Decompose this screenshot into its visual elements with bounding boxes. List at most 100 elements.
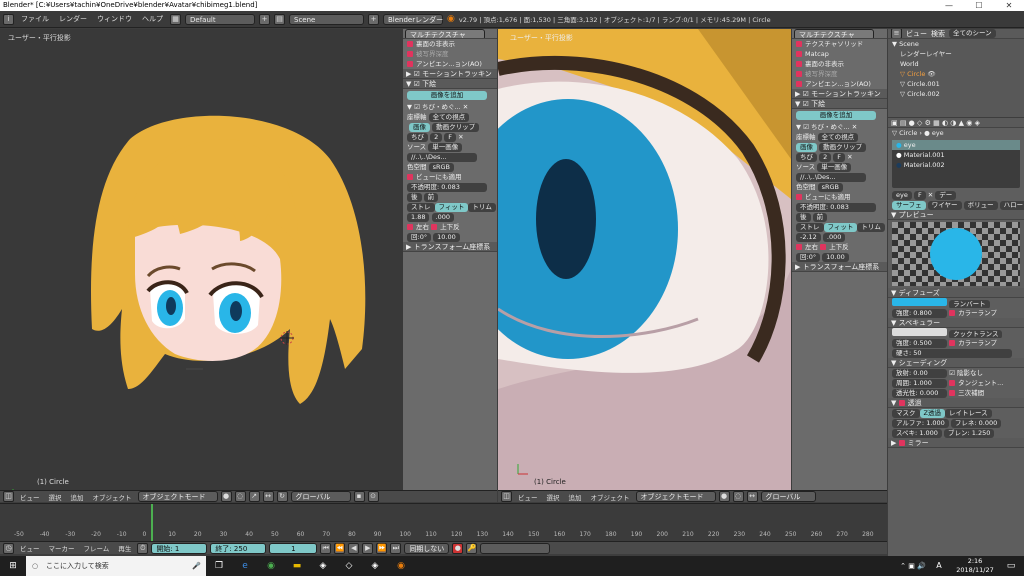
rotate-icon[interactable]: ↻ xyxy=(276,491,288,502)
play-reverse-icon[interactable]: ◀ xyxy=(348,542,360,554)
outliner-filter[interactable]: 全てのシーン xyxy=(949,29,996,38)
prev-key-icon[interactable]: ⏪ xyxy=(334,542,346,554)
dof-row[interactable]: 被写界深度 xyxy=(403,49,497,59)
menu-help[interactable]: ヘルプ xyxy=(139,14,166,24)
material-slot-001[interactable]: ● Material.001 xyxy=(892,150,1020,160)
fit-button[interactable]: フィット xyxy=(434,203,469,212)
preview-header[interactable]: ▼ プレビュー xyxy=(888,210,1024,220)
scene-selector[interactable]: Scene xyxy=(289,13,364,25)
play-icon[interactable]: ▶ xyxy=(362,542,374,554)
tab-wire[interactable]: ワイヤー xyxy=(927,201,962,210)
rotation-field[interactable]: 回:0° xyxy=(796,253,821,262)
outliner-item-renderlayer[interactable]: レンダーレイヤー xyxy=(888,49,1024,59)
mode-selector[interactable]: オブジェクトモード xyxy=(635,491,716,502)
vp-menu-view[interactable]: ビュー xyxy=(17,492,43,502)
start-frame-field[interactable]: 開始: 1 xyxy=(151,542,208,554)
size-field[interactable]: 10.00 xyxy=(822,253,849,262)
hardness-row[interactable]: 硬さ: 50 xyxy=(888,348,1024,358)
editor-type-icon[interactable]: ◫ xyxy=(3,491,14,502)
axis-selector[interactable]: 全ての視点 xyxy=(428,113,470,122)
diffuse-intensity-field[interactable]: 強度: 0.800 xyxy=(892,309,947,318)
tab-volume[interactable]: ボリュー xyxy=(963,201,998,210)
ao-row[interactable]: アンビエン...ョン(AO) xyxy=(792,79,887,89)
front-button[interactable]: 前 xyxy=(423,193,439,202)
pivot-icon[interactable]: ◌ xyxy=(732,491,744,502)
view-transform-row[interactable]: ビューにも適用 xyxy=(403,172,497,182)
tab-image[interactable]: 画像 xyxy=(409,123,430,132)
data-button[interactable]: デー xyxy=(935,191,957,200)
image-path-field[interactable]: //..\..\Des... xyxy=(407,153,477,162)
clock[interactable]: 2:16 2018/11/27 xyxy=(952,557,998,575)
translate-icon[interactable]: ↔ xyxy=(262,491,274,502)
shading-selector[interactable]: マルチテクスチャ xyxy=(405,29,485,38)
viewport-right[interactable]: ユーザー・平行投影 (1) Circle xyxy=(498,29,791,490)
steam-icon[interactable]: ◈ xyxy=(310,556,336,576)
viewport-left[interactable]: ユーザー・平行投影 (1) Circle xyxy=(0,29,403,490)
motion-tracking-header[interactable]: ▶ ☑ モーショントラッキン xyxy=(403,69,497,79)
vp-menu-object[interactable]: オブジェクト xyxy=(90,492,135,502)
add-scene-icon[interactable]: + xyxy=(368,13,379,25)
matcap-row[interactable]: Matcap xyxy=(792,49,887,59)
edge-icon[interactable]: e xyxy=(232,556,258,576)
minimize-button[interactable]: — xyxy=(934,0,964,11)
rotation-field[interactable]: 回:0° xyxy=(407,233,432,242)
material-slot-002[interactable]: ● Material.002 xyxy=(892,160,1020,170)
ao-row[interactable]: アンビエン...ョン(AO) xyxy=(403,59,497,69)
tray-icons[interactable]: ⌃ ▣ 🔊 xyxy=(900,556,926,576)
outliner-icon[interactable]: ≡ xyxy=(891,29,902,38)
outliner-item-circle002[interactable]: ▽ Circle.002 xyxy=(888,89,1024,99)
source-selector[interactable]: 単一画像 xyxy=(817,163,852,172)
visibility-icon[interactable]: 👁 xyxy=(927,70,935,78)
shading-icon[interactable]: ● xyxy=(718,491,730,502)
stretch-button[interactable]: ストレ xyxy=(796,223,824,232)
stretch-button[interactable]: ストレ xyxy=(407,203,435,212)
front-button[interactable]: 前 xyxy=(812,213,828,222)
shading-header[interactable]: ▼ シェーディング xyxy=(888,358,1024,368)
back-button[interactable]: 後 xyxy=(407,193,422,202)
mask-button[interactable]: マスク xyxy=(892,409,920,418)
image-datablock-row[interactable]: ちび 2 F ✕ xyxy=(792,152,887,162)
specular-alpha-field[interactable]: スペキ: 1.000 xyxy=(892,429,942,438)
mode-selector[interactable]: オブジェクトモード xyxy=(137,491,218,502)
background-images-header[interactable]: ▼ ☑ 下絵 xyxy=(403,79,497,89)
path-row[interactable]: //..\..\Des... xyxy=(792,172,887,182)
motion-tracking-header[interactable]: ▶ ☑ モーショントラッキン xyxy=(792,89,887,99)
chrome-icon[interactable]: ◉ xyxy=(258,556,284,576)
shading-icon[interactable]: ● xyxy=(220,491,232,502)
crop-button[interactable]: トリム xyxy=(857,223,885,232)
add-image-button[interactable]: 画像を追加 xyxy=(796,111,876,120)
vp-menu-add[interactable]: 追加 xyxy=(566,492,585,502)
back-button[interactable]: 後 xyxy=(796,213,811,222)
tl-menu-playback[interactable]: 再生 xyxy=(115,543,134,553)
scene-icon[interactable]: ▤ xyxy=(274,13,285,25)
fit-button[interactable]: フィット xyxy=(823,223,858,232)
colorspace-selector[interactable]: sRGB xyxy=(817,183,843,192)
layout-icon[interactable]: ▦ xyxy=(170,13,181,25)
tab-movie-clip[interactable]: 動画クリップ xyxy=(819,143,867,152)
ambient-field[interactable]: 周囲: 1.000 xyxy=(892,379,947,388)
blender-taskbar-icon[interactable]: ◉ xyxy=(388,556,414,576)
taskbar-search[interactable]: ○ ここに入力して検索 🎤 xyxy=(26,556,206,576)
tl-menu-marker[interactable]: マーカー xyxy=(46,543,78,553)
opacity-slider[interactable]: 不透明度: 0.083 xyxy=(792,202,887,212)
ime-indicator[interactable]: A xyxy=(926,556,952,576)
backface-culling-row[interactable]: 裏面の非表示 xyxy=(792,59,887,69)
offset-y-field[interactable]: .000 xyxy=(431,213,455,222)
dof-row[interactable]: 被写界深度 xyxy=(792,69,887,79)
tl-menu-frame[interactable]: フレーム xyxy=(81,543,113,553)
orientation-selector[interactable]: グローバル xyxy=(760,491,816,502)
next-key-icon[interactable]: ⏩ xyxy=(376,542,388,554)
transform-orientation-header[interactable]: ▶ トランスフォーム座標系 xyxy=(792,262,887,272)
vp-menu-select[interactable]: 選択 xyxy=(46,492,65,502)
sync-selector[interactable]: 同期しない xyxy=(404,542,450,554)
layout-selector[interactable]: Default xyxy=(185,13,255,25)
crop-button[interactable]: トリム xyxy=(468,203,496,212)
transform-orientation-header[interactable]: ▶ トランスフォーム座標系 xyxy=(403,242,497,252)
ztransp-button[interactable]: Z透過 xyxy=(919,409,945,418)
keying-set-field[interactable] xyxy=(480,542,551,554)
textured-solid-row[interactable]: テクスチャソリッド xyxy=(792,39,887,49)
path-row[interactable]: //..\..\Des... xyxy=(403,152,497,162)
image-entry-row[interactable]: ▼ ☑ ちび・めぐ... ✕ xyxy=(792,122,887,132)
preview-range-icon[interactable]: ⏱ xyxy=(137,542,149,554)
jump-start-icon[interactable]: ⏮ xyxy=(320,542,332,554)
